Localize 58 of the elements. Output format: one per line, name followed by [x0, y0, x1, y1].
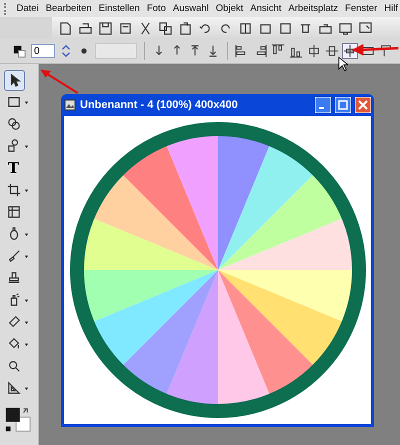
toolbar-icon[interactable]: [78, 20, 93, 36]
annotation-arrow: [350, 42, 400, 56]
align-icon[interactable]: [343, 44, 357, 58]
caret-icon[interactable]: [24, 342, 29, 346]
caret-icon[interactable]: [24, 254, 29, 258]
cursor-icon: [338, 56, 348, 72]
stamp-icon: [6, 271, 20, 285]
toolbar-icon[interactable]: [158, 20, 173, 36]
circles-icon: [6, 117, 20, 131]
toolbar-icon[interactable]: [278, 20, 293, 36]
menu-item[interactable]: Objekt: [212, 3, 247, 14]
bucket-icon: [6, 337, 20, 351]
menu-item[interactable]: Einstellen: [95, 3, 144, 14]
maximize-icon[interactable]: [335, 97, 351, 113]
tool-button[interactable]: T: [4, 158, 23, 178]
menu-item[interactable]: Hilf: [380, 3, 400, 14]
eraser-icon: [6, 315, 20, 329]
brush-icon: [6, 249, 20, 263]
menu-item[interactable]: Foto: [143, 3, 170, 14]
marquee-icon: [6, 95, 20, 109]
tool-button[interactable]: [4, 70, 25, 90]
align-icon[interactable]: [307, 44, 321, 58]
menu-item[interactable]: Ansicht: [246, 3, 285, 14]
zoom-icon: [6, 359, 20, 373]
caret-icon[interactable]: [24, 232, 29, 236]
color-swatch-icon[interactable]: [12, 44, 27, 58]
window-title: Unbenannt - 4 (100%) 400x400: [80, 99, 239, 111]
caret-icon[interactable]: [24, 320, 29, 324]
caret-icon[interactable]: [24, 100, 29, 104]
close-icon[interactable]: [355, 97, 371, 113]
crop-icon: [6, 183, 20, 197]
frame-icon: [6, 205, 20, 219]
image-icon: [64, 99, 76, 111]
toolbar-icon[interactable]: [118, 20, 133, 36]
menu-item[interactable]: Bearbeiten: [42, 3, 96, 14]
caret-icon[interactable]: [24, 188, 29, 192]
menu-item[interactable]: Fenster: [342, 3, 381, 14]
align-icon[interactable]: [361, 44, 375, 58]
menu-item[interactable]: Datei: [13, 3, 42, 14]
size-field[interactable]: 0: [31, 44, 55, 58]
menu-item[interactable]: Auswahl: [169, 3, 212, 14]
caret-icon[interactable]: [24, 298, 29, 302]
toolbar-icon[interactable]: [98, 20, 113, 36]
color-swatches-icon[interactable]: [4, 406, 32, 434]
triangle-icon: [6, 381, 20, 395]
caret-icon[interactable]: [24, 144, 29, 148]
toolbar-icon[interactable]: [178, 20, 193, 36]
toolbar-icon[interactable]: [358, 20, 373, 36]
toolbar-icon[interactable]: [238, 20, 253, 36]
spinner-icon[interactable]: [59, 44, 73, 58]
menu-item[interactable]: Arbeitsplatz: [284, 3, 342, 14]
shapes-icon: [6, 139, 20, 153]
minimize-icon[interactable]: [315, 97, 331, 113]
align-icon[interactable]: [379, 44, 393, 58]
toolbar-icon[interactable]: [338, 20, 353, 36]
toolbar-icon[interactable]: [58, 20, 73, 36]
caret-icon[interactable]: [24, 386, 29, 390]
align-icon[interactable]: [325, 44, 339, 58]
